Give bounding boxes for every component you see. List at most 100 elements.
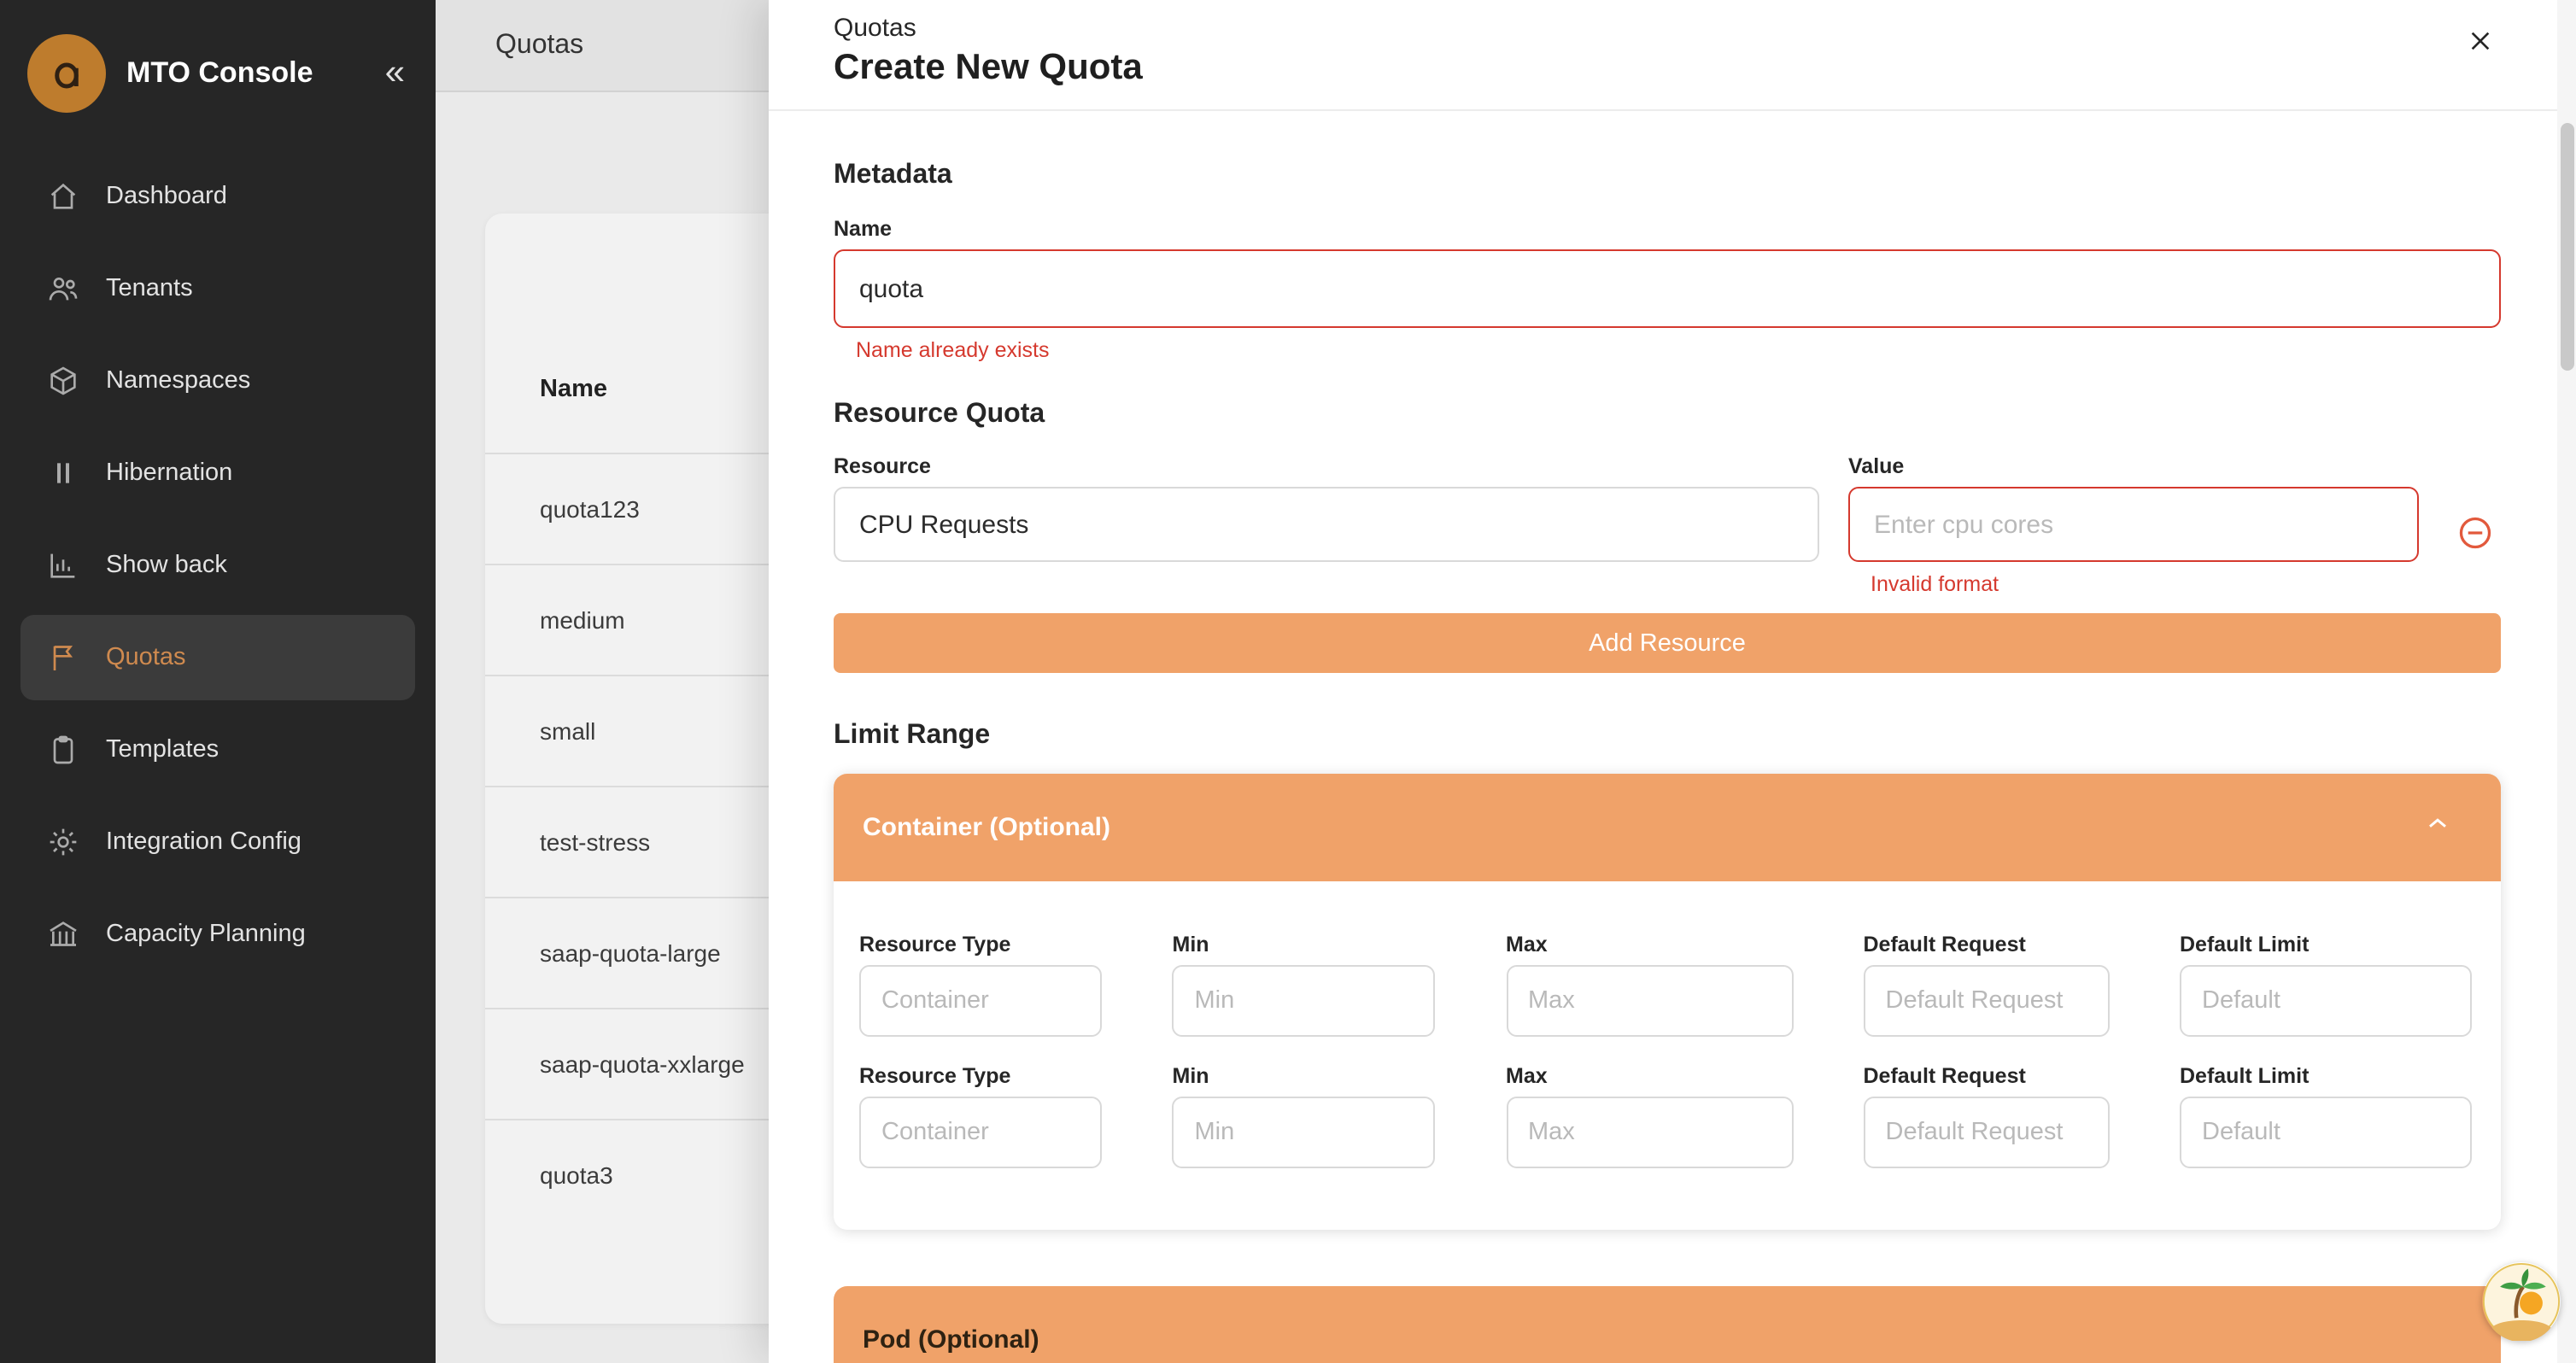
sidebar-item-label: Capacity Planning [106,921,306,948]
container-section-body: Resource Type Min Max Default Reque [834,881,2501,1230]
field-label: Default Request [1864,933,2110,956]
chart-icon [46,548,80,582]
drawer-title: Create New Quota [834,48,2508,89]
resource-type-field: Resource Type [859,933,1102,1037]
limit-resource-type-input[interactable] [859,965,1102,1037]
max-field: Max [1506,933,1793,1037]
limit-min-input[interactable] [1173,1097,1436,1168]
field-label: Resource Type [859,1064,1102,1088]
container-section-header[interactable]: Container (Optional) [834,774,2501,881]
resource-type-field: Resource Type [859,1064,1102,1168]
field-label: Max [1506,1064,1793,1088]
limit-min-input[interactable] [1173,965,1436,1037]
sidebar-item-label: Show back [106,552,227,579]
limit-default-limit-input[interactable] [2180,965,2472,1037]
sidebar-item-showback[interactable]: Show back [20,523,415,608]
chevron-up-icon [2422,808,2453,847]
sidebar-item-namespaces[interactable]: Namespaces [20,338,415,424]
add-resource-button[interactable]: Add Resource [834,613,2501,673]
app-title: MTO Console [126,56,378,91]
create-quota-drawer: Quotas Create New Quota Metadata Name Na… [769,0,2576,1363]
sidebar-item-tenants[interactable]: Tenants [20,246,415,331]
bank-icon [46,917,80,951]
pod-section-header[interactable]: Pod (Optional) [834,1286,2501,1363]
quota-name-cell: quota3 [540,1161,613,1189]
value-label: Value [1848,454,2419,478]
value-input[interactable] [1848,487,2419,562]
sidebar-menu: Dashboard Tenants Namespaces Hibernation [0,147,436,991]
min-field: Min [1173,933,1436,1037]
sidebar-item-label: Hibernation [106,459,232,487]
limit-default-request-input[interactable] [1864,965,2110,1037]
close-icon[interactable] [2460,20,2501,67]
resource-select[interactable] [834,487,1819,562]
mto-logo-icon [27,34,106,113]
limit-default-limit-input[interactable] [2180,1097,2472,1168]
sidebar-item-templates[interactable]: Templates [20,707,415,793]
default-request-field: Default Request [1864,933,2110,1037]
field-label: Max [1506,933,1793,956]
name-error-text: Name already exists [856,338,2501,362]
limit-max-input[interactable] [1506,1097,1793,1168]
max-field: Max [1506,1064,1793,1168]
field-label: Min [1173,1064,1436,1088]
drawer-header: Quotas Create New Quota [769,0,2576,111]
resource-quota-heading: Resource Quota [834,400,2501,430]
container-section-title: Container (Optional) [863,813,1110,842]
field-label: Min [1173,933,1436,956]
sidebar-item-dashboard[interactable]: Dashboard [20,154,415,239]
gear-icon [46,825,80,859]
resource-label: Resource [834,454,1819,478]
container-section-card: Container (Optional) Resource Type Min [834,774,2501,1230]
quota-name-cell: quota123 [540,495,640,523]
limit-max-input[interactable] [1506,965,1793,1037]
resource-field: Resource [834,454,1819,562]
field-label: Default Limit [2180,933,2472,956]
home-icon [46,179,80,214]
min-field: Min [1173,1064,1436,1168]
package-icon [46,364,80,398]
value-error-text: Invalid format [1871,572,2419,596]
drawer-body: Metadata Name Name already exists Resour… [769,161,2576,1363]
sidebar-collapse-button[interactable]: « [378,50,412,97]
minus-circle-icon[interactable] [2456,514,2493,552]
quota-name-cell: test-stress [540,828,650,856]
drawer-breadcrumb: Quotas [834,14,2508,43]
sidebar-item-label: Quotas [106,644,186,671]
sidebar-item-hibernation[interactable]: Hibernation [20,430,415,516]
default-limit-field: Default Limit [2180,933,2472,1037]
sidebar-item-label: Integration Config [106,828,302,856]
sidebar-item-label: Namespaces [106,367,250,395]
field-label: Resource Type [859,933,1102,956]
limit-resource-type-input[interactable] [859,1097,1102,1168]
name-input[interactable] [834,249,2501,328]
limit-range-row: Resource Type Min Max Default Reque [859,933,2472,1037]
resource-quota-row: Resource Value Invalid format [834,454,2501,596]
sidebar-item-quotas[interactable]: Quotas [20,615,415,700]
quota-name-cell: medium [540,606,625,634]
sidebar-item-label: Tenants [106,275,193,302]
sidebar-item-label: Dashboard [106,183,227,210]
name-label: Name [834,217,2501,241]
pod-section-title: Pod (Optional) [863,1325,1039,1354]
drawer-scrollbar[interactable] [2557,0,2576,1363]
sidebar-header: MTO Console « [0,0,436,147]
column-header-label: Name [540,376,607,403]
metadata-heading: Metadata [834,161,2501,191]
remove-resource-wrap [2448,454,2501,552]
tab-quotas[interactable]: Quotas [495,30,583,61]
sidebar-item-integration-config[interactable]: Integration Config [20,799,415,885]
scrollbar-thumb[interactable] [2560,123,2573,371]
value-field: Value Invalid format [1848,454,2419,596]
limit-range-row: Resource Type Min Max Default Reque [859,1064,2472,1168]
users-icon [46,272,80,306]
sidebar: MTO Console « Dashboard Tenants Nam [0,0,436,1363]
default-request-field: Default Request [1864,1064,2110,1168]
sidebar-item-capacity-planning[interactable]: Capacity Planning [20,892,415,977]
pause-icon [46,456,80,490]
flag-icon [46,641,80,675]
field-label: Default Request [1864,1064,2110,1088]
limit-default-request-input[interactable] [1864,1097,2110,1168]
quota-name-cell: saap-quota-large [540,939,721,967]
island-badge-icon[interactable] [2482,1262,2561,1341]
